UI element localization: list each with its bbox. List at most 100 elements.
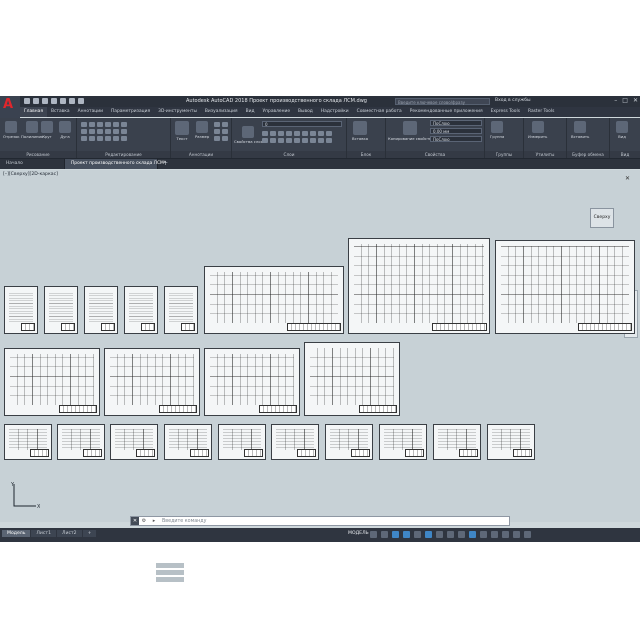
drawing-sheet[interactable]: [204, 266, 344, 334]
drawing-sheet[interactable]: [44, 286, 78, 334]
drawing-sheet[interactable]: [124, 286, 158, 334]
ribbon-tab[interactable]: Совместная работа: [353, 107, 406, 117]
panel-label[interactable]: Свойства: [386, 151, 484, 158]
drawing-canvas[interactable]: [–][Сверху][2D-каркас] ✕ Сверху Y X: [0, 170, 640, 582]
match-properties-tool[interactable]: Копирование свойств: [388, 121, 431, 141]
command-line[interactable]: ✕ ⚙ ▸ Введите команду: [130, 516, 510, 526]
lineweight-icon[interactable]: [436, 531, 443, 538]
ortho-icon[interactable]: [392, 531, 399, 538]
drawing-sheet[interactable]: [487, 424, 535, 460]
isolate-icon[interactable]: [491, 531, 498, 538]
panel-label[interactable]: Блок: [347, 151, 385, 158]
minimize-button[interactable]: –: [614, 97, 617, 104]
circle-tool[interactable]: Круг: [41, 121, 53, 139]
tab-layout2[interactable]: Лист2: [57, 530, 82, 537]
ribbon-tab[interactable]: Raster Tools: [524, 107, 558, 117]
drawing-sheet[interactable]: [495, 240, 635, 334]
command-input[interactable]: Введите команду: [159, 519, 509, 524]
undo-icon[interactable]: [69, 98, 75, 104]
drawing-sheet[interactable]: [164, 286, 198, 334]
ribbon-tab[interactable]: 3D-инструменты: [154, 107, 201, 117]
drawing-sheet[interactable]: [271, 424, 319, 460]
panel-label[interactable]: Группы: [485, 151, 523, 158]
ribbon-tab[interactable]: Вставка: [47, 107, 74, 117]
application-menu-button[interactable]: A: [0, 96, 20, 118]
ribbon-tab[interactable]: Главная: [20, 107, 47, 117]
drawing-sheet[interactable]: [84, 286, 118, 334]
annotation-small-tools[interactable]: [214, 122, 228, 141]
panel-label[interactable]: Вид: [610, 151, 640, 158]
text-tool[interactable]: Текст: [175, 121, 189, 141]
viewcube[interactable]: Сверху: [590, 208, 614, 228]
layer-small-tools[interactable]: [262, 131, 332, 143]
plot-icon[interactable]: [60, 98, 66, 104]
color-dropdown[interactable]: ПоСлою: [430, 120, 482, 126]
viewport-controls[interactable]: [–][Сверху][2D-каркас]: [3, 172, 58, 177]
new-icon[interactable]: [24, 98, 30, 104]
workspace-icon[interactable]: [480, 531, 487, 538]
modify-tools[interactable]: [81, 122, 127, 141]
new-tab-button[interactable]: +: [158, 159, 173, 169]
insert-tool[interactable]: Вставка: [352, 121, 368, 141]
drawing-sheet[interactable]: [325, 424, 373, 460]
redo-icon[interactable]: [78, 98, 84, 104]
tab-layout1[interactable]: Лист1: [31, 530, 56, 537]
ribbon-tab[interactable]: Параметризация: [107, 107, 154, 117]
layer-properties-tool[interactable]: Свойства слоя: [234, 126, 263, 144]
save-icon[interactable]: [42, 98, 48, 104]
hardware-acceleration-icon[interactable]: [502, 531, 509, 538]
view-tool[interactable]: Вид: [616, 121, 628, 139]
panel-label[interactable]: Аннотации: [171, 151, 231, 158]
drawing-sheet[interactable]: [164, 424, 212, 460]
ribbon-tab[interactable]: Аннотации: [74, 107, 107, 117]
drawing-sheet[interactable]: [379, 424, 427, 460]
ribbon-tab[interactable]: Управление: [258, 107, 294, 117]
close-button[interactable]: ✕: [633, 97, 638, 104]
close-command-line-icon[interactable]: ✕: [131, 517, 139, 525]
model-space-label[interactable]: МОДЕЛЬ: [348, 531, 369, 536]
lineweight-dropdown[interactable]: 0.00 мм: [430, 128, 482, 134]
transparency-icon[interactable]: [447, 531, 454, 538]
panel-label[interactable]: Рисование: [0, 151, 76, 158]
ribbon-tab[interactable]: Express Tools: [487, 107, 524, 117]
customization-icon[interactable]: [524, 531, 531, 538]
paste-tool[interactable]: Вставить: [571, 121, 589, 139]
drawing-sheet[interactable]: [433, 424, 481, 460]
panel-label[interactable]: Утилиты: [524, 151, 566, 158]
drawing-sheet[interactable]: [4, 286, 38, 334]
arc-tool[interactable]: Дуга: [59, 121, 71, 139]
drawing-sheet[interactable]: [104, 348, 200, 416]
drawing-sheet[interactable]: [57, 424, 105, 460]
tab-drawing[interactable]: Проект производственного склада ЛСМ*: [65, 159, 166, 169]
osnap-icon[interactable]: [414, 531, 421, 538]
tab-start[interactable]: Начало: [0, 159, 65, 169]
clean-screen-icon[interactable]: [513, 531, 520, 538]
ribbon-tab[interactable]: Рекомендованные приложения: [406, 107, 487, 117]
search-input[interactable]: Введите ключевое слово/фразу: [395, 98, 490, 105]
dimension-tool[interactable]: Размер: [195, 121, 209, 139]
line-tool[interactable]: Отрезок: [3, 121, 20, 139]
ribbon-tab[interactable]: Вид: [242, 107, 259, 117]
add-layout-button[interactable]: +: [82, 530, 97, 537]
ribbon-tab[interactable]: Надстройки: [317, 107, 353, 117]
polyline-tool[interactable]: Полилиния: [21, 121, 43, 139]
otrack-icon[interactable]: [425, 531, 432, 538]
polar-icon[interactable]: [403, 531, 410, 538]
ribbon-tab[interactable]: Визуализация: [201, 107, 242, 117]
drawing-sheet[interactable]: [204, 348, 300, 416]
drawing-sheet[interactable]: [4, 348, 100, 416]
selection-cycling-icon[interactable]: [458, 531, 465, 538]
open-icon[interactable]: [33, 98, 39, 104]
layer-dropdown[interactable]: 0: [262, 121, 342, 127]
maximize-button[interactable]: □: [622, 97, 628, 104]
panel-label[interactable]: Редактирование: [77, 151, 170, 158]
tab-model[interactable]: Модель: [2, 530, 31, 537]
panel-label[interactable]: Буфер обмена: [567, 151, 609, 158]
drawing-sheet[interactable]: [110, 424, 158, 460]
save-as-icon[interactable]: [51, 98, 57, 104]
linetype-dropdown[interactable]: ПоСлою: [430, 136, 482, 142]
drawing-sheet[interactable]: [218, 424, 266, 460]
measure-tool[interactable]: Измерить: [528, 121, 547, 139]
sign-in-link[interactable]: Вход в службы: [495, 98, 531, 103]
snap-icon[interactable]: [381, 531, 388, 538]
